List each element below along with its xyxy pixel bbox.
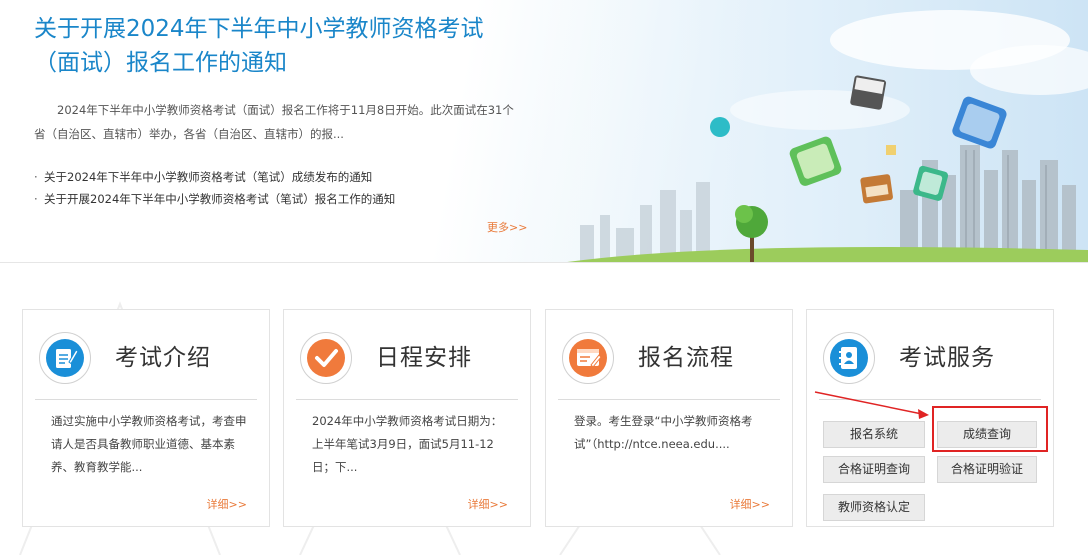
- headline-link[interactable]: 关于开展2024年下半年中小学教师资格考试（面试）报名工作的通知: [34, 12, 504, 80]
- card-detail-link[interactable]: 详细>>: [730, 496, 770, 512]
- card-title: 考试介绍: [115, 345, 211, 371]
- registration-screen-icon: [562, 332, 614, 384]
- card-title: 日程安排: [376, 345, 472, 371]
- bullet: ·: [34, 192, 38, 206]
- card-description: 通过实施中小学教师资格考试，考查申请人是否具备教师职业道德、基本素养、教育教学能…: [51, 414, 247, 474]
- bullet: ·: [34, 170, 38, 184]
- news-item-text: 关于开展2024年下半年中小学教师资格考试（笔试）报名工作的通知: [44, 192, 396, 206]
- card-detail-link[interactable]: 详细>>: [207, 496, 247, 512]
- registration-system-button[interactable]: 报名系统: [823, 421, 925, 448]
- certificate-verify-button[interactable]: 合格证明验证: [937, 456, 1037, 483]
- teacher-qualification-button[interactable]: 教师资格认定: [823, 494, 925, 521]
- card-detail-link[interactable]: 详细>>: [468, 496, 508, 512]
- card-title: 考试服务: [899, 345, 995, 371]
- news-banner: 关于开展2024年下半年中小学教师资格考试（面试）报名工作的通知 2024年下半…: [0, 0, 1088, 263]
- card-description: 2024年中小学教师资格考试日期为：上半年笔试3月9日，面试5月11-12日；下…: [312, 414, 503, 474]
- card-description: 登录。考生登录“中小学教师资格考试”（http://ntce.neea.edu.…: [574, 414, 753, 451]
- card-header: 考试服务: [819, 324, 1041, 400]
- score-query-highlight: [932, 406, 1048, 452]
- city-illustration: [520, 0, 1088, 262]
- news-item[interactable]: · 关于2024年下半年中小学教师资格考试（笔试）成绩发布的通知: [34, 166, 395, 188]
- card-header: 日程安排: [296, 324, 518, 400]
- headline-summary: 2024年下半年中小学教师资格考试（面试）报名工作将于11月8日开始。此次面试在…: [34, 103, 514, 141]
- card-exam-intro: 考试介绍 通过实施中小学教师资格考试，考查申请人是否具备教师职业道德、基本素养、…: [22, 309, 270, 527]
- contact-book-icon: [823, 332, 875, 384]
- card-schedule: 日程安排 2024年中小学教师资格考试日期为：上半年笔试3月9日，面试5月11-…: [283, 309, 531, 527]
- news-list: · 关于2024年下半年中小学教师资格考试（笔试）成绩发布的通知 · 关于开展202…: [34, 166, 395, 210]
- checkmark-icon: [300, 332, 352, 384]
- card-registration-process: 报名流程 登录。考生登录“中小学教师资格考试”（http://ntce.neea…: [545, 309, 793, 527]
- news-item-text: 关于2024年下半年中小学教师资格考试（笔试）成绩发布的通知: [44, 170, 373, 184]
- news-item[interactable]: · 关于开展2024年下半年中小学教师资格考试（笔试）报名工作的通知: [34, 188, 395, 210]
- card-header: 考试介绍: [35, 324, 257, 400]
- card-title: 报名流程: [638, 345, 734, 371]
- card-header: 报名流程: [558, 324, 780, 400]
- certificate-query-button[interactable]: 合格证明查询: [823, 456, 925, 483]
- document-pen-icon: [39, 332, 91, 384]
